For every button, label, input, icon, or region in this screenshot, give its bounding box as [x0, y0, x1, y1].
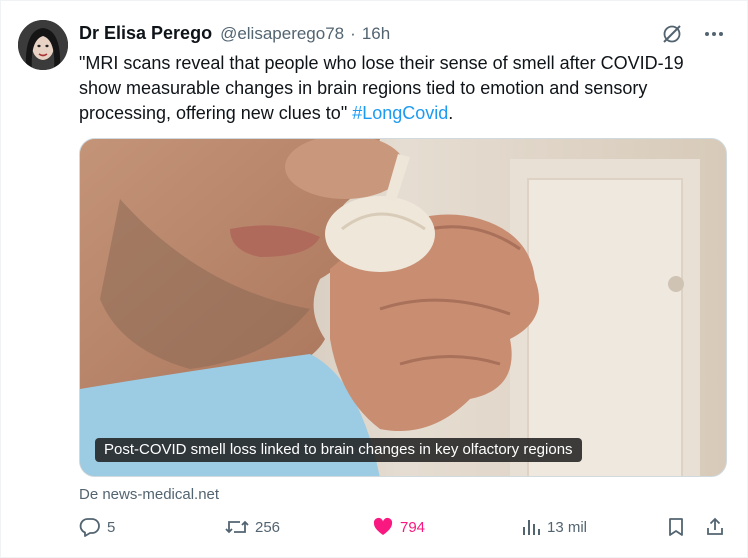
tweet-time[interactable]: 16h — [362, 24, 390, 44]
tweet-card[interactable]: Dr Elisa Perego @elisaperego78 · 16h "MR… — [0, 0, 748, 558]
like-button[interactable]: 794 — [372, 516, 425, 538]
bookmark-icon — [666, 516, 686, 538]
media-card[interactable]: Post-COVID smell loss linked to brain ch… — [79, 138, 727, 477]
views-button[interactable]: 13 mil — [521, 516, 587, 538]
top-icons — [661, 23, 725, 45]
author-name[interactable]: Dr Elisa Perego — [79, 23, 212, 44]
hashtag-link[interactable]: #LongCovid — [352, 103, 448, 123]
media-caption: Post-COVID smell loss linked to brain ch… — [95, 438, 582, 462]
action-bar: 5 256 794 13 mil — [79, 516, 729, 546]
grok-icon[interactable] — [661, 23, 683, 45]
retweet-button[interactable]: 256 — [225, 516, 280, 538]
views-count: 13 mil — [547, 518, 588, 536]
share-button[interactable] — [705, 516, 725, 538]
like-count: 794 — [400, 518, 426, 536]
reply-button[interactable]: 5 — [79, 516, 115, 538]
tweet-header: Dr Elisa Perego @elisaperego78 · 16h — [79, 23, 390, 45]
tweet-text: "MRI scans reveal that people who lose t… — [79, 51, 719, 126]
bookmark-button[interactable] — [666, 516, 686, 538]
avatar[interactable] — [18, 20, 68, 70]
reply-count: 5 — [107, 518, 116, 536]
more-icon[interactable] — [703, 23, 725, 45]
retweet-count: 256 — [255, 518, 281, 536]
like-icon — [372, 516, 394, 538]
separator-dot: · — [350, 24, 356, 43]
media-image — [80, 139, 726, 476]
tweet-trailing: . — [448, 103, 454, 123]
retweet-icon — [225, 516, 249, 538]
views-icon — [521, 516, 541, 538]
link-source[interactable]: De news-medical.net — [79, 486, 219, 503]
reply-icon — [79, 516, 101, 538]
author-handle[interactable]: @elisaperego78 — [220, 24, 344, 44]
share-icon — [705, 516, 725, 538]
